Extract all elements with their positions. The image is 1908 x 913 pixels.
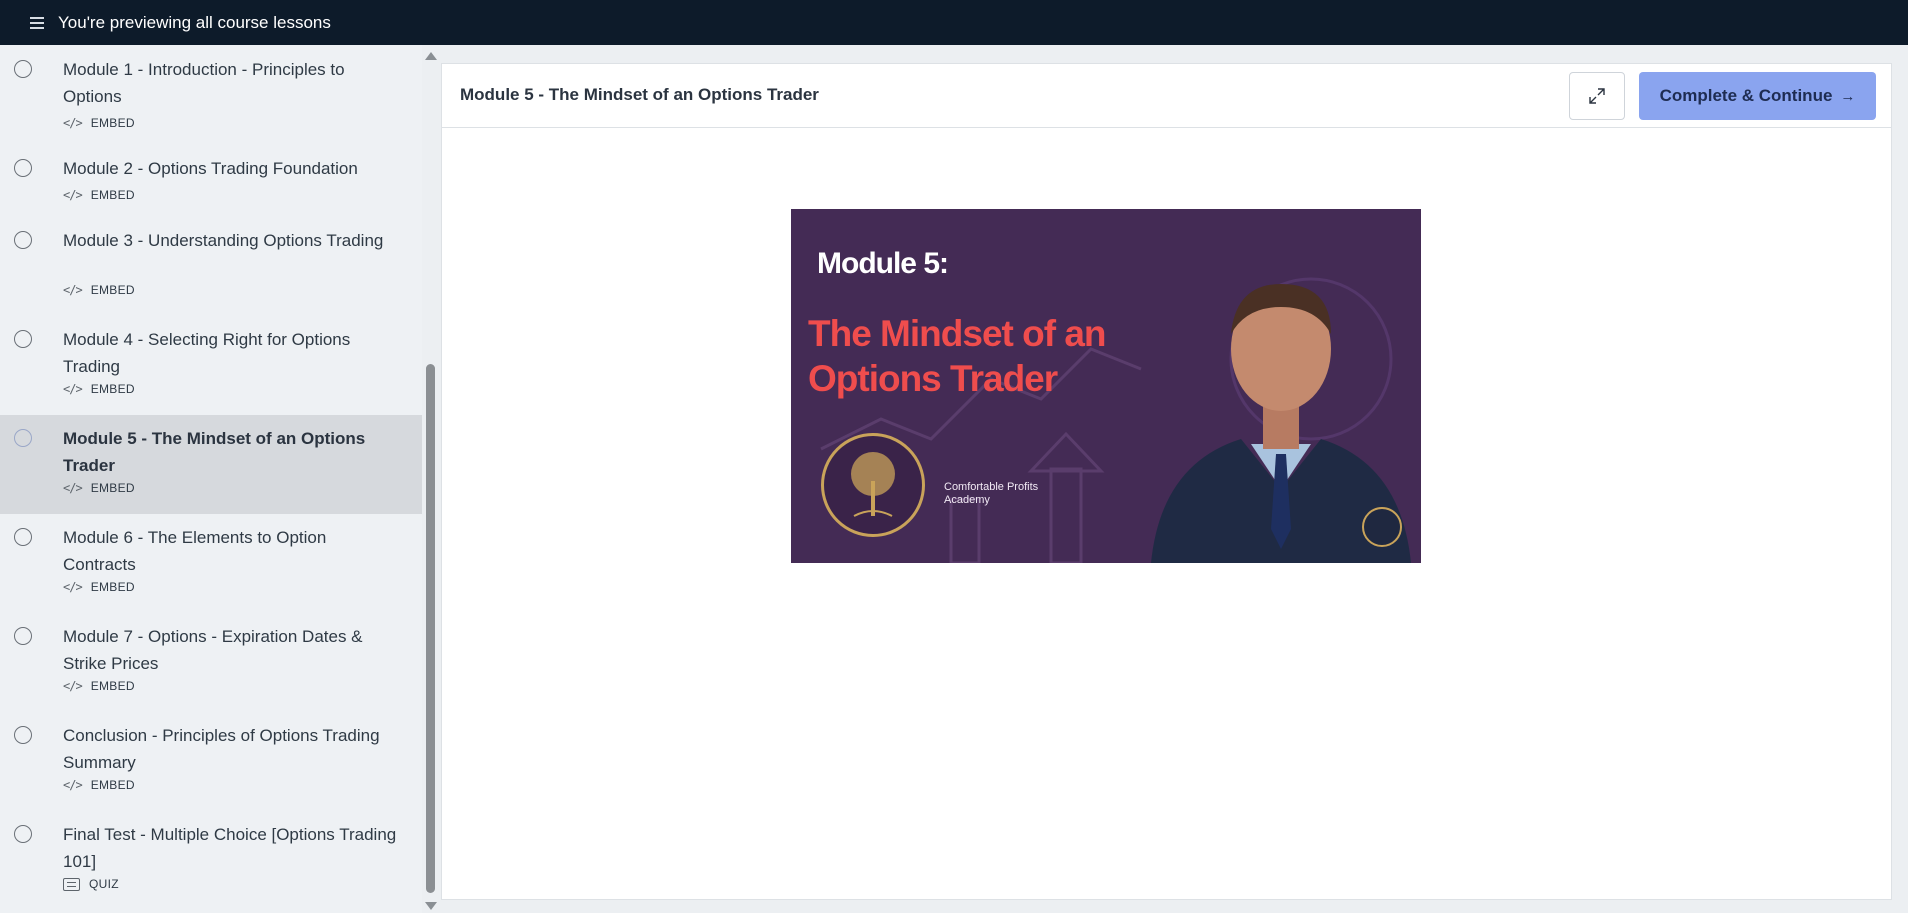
lesson-type-label: EMBED — [90, 679, 135, 693]
lesson-status-radio[interactable] — [14, 429, 32, 447]
sidebar-scrollbar[interactable] — [423, 45, 437, 913]
quiz-icon — [63, 877, 80, 891]
expand-icon — [1589, 88, 1605, 104]
lesson-item-module-4[interactable]: Module 4 - Selecting Right for Options T… — [0, 318, 422, 417]
code-icon: </> — [63, 283, 83, 297]
arrow-right-icon: → — [1840, 87, 1856, 105]
lesson-status-radio[interactable] — [14, 627, 32, 645]
lesson-type-label: EMBED — [90, 580, 135, 594]
lesson-title: Module 1 - Introduction - Principles to … — [63, 60, 345, 106]
expand-button[interactable] — [1569, 72, 1625, 120]
lesson-item-module-7[interactable]: Module 7 - Options - Expiration Dates & … — [0, 615, 422, 714]
lesson-title: Final Test - Multiple Choice [Options Tr… — [63, 825, 397, 871]
lesson-type: </> EMBED — [63, 778, 135, 792]
lesson-type-label: EMBED — [90, 188, 135, 202]
lesson-type: </> EMBED — [63, 481, 135, 495]
code-icon: </> — [63, 481, 83, 495]
lesson-content-panel: Module 5 - The Mindset of an Options Tra… — [441, 63, 1892, 900]
lesson-item-module-3[interactable]: Module 3 - Understanding Options Trading… — [0, 219, 422, 318]
code-icon: </> — [63, 679, 83, 693]
lesson-header: Module 5 - The Mindset of an Options Tra… — [442, 64, 1891, 128]
lesson-title: Module 5 - The Mindset of an Options Tra… — [63, 429, 366, 475]
lesson-item-module-1[interactable]: Module 1 - Introduction - Principles to … — [0, 48, 422, 147]
lesson-status-radio[interactable] — [14, 231, 32, 249]
lesson-type: QUIZ — [63, 877, 119, 891]
lesson-title: Module 6 - The Elements to Option Contra… — [63, 528, 327, 574]
lesson-status-radio[interactable] — [14, 159, 32, 177]
lesson-type-label: EMBED — [90, 283, 135, 297]
complete-continue-button[interactable]: Complete & Continue → — [1639, 72, 1876, 120]
video-embed[interactable]: Module 5: The Mindset of an Options Trad… — [791, 209, 1421, 563]
video-module-label: Module 5: — [817, 247, 949, 280]
lesson-type-label: EMBED — [90, 382, 135, 396]
lesson-status-radio[interactable] — [14, 330, 32, 348]
complete-continue-label: Complete & Continue — [1659, 86, 1833, 105]
lesson-status-radio[interactable] — [14, 726, 32, 744]
lesson-item-module-6[interactable]: Module 6 - The Elements to Option Contra… — [0, 516, 422, 615]
scroll-up-arrow-icon[interactable] — [425, 52, 437, 60]
academy-tree-logo — [821, 433, 925, 537]
lesson-type: </> EMBED — [63, 116, 135, 130]
lesson-type-label: EMBED — [90, 481, 135, 495]
lesson-status-radio[interactable] — [14, 60, 32, 78]
hamburger-menu-icon[interactable] — [30, 16, 44, 29]
lesson-status-radio[interactable] — [14, 825, 32, 843]
tree-icon — [851, 452, 895, 517]
lesson-type: </> EMBED — [63, 283, 135, 297]
lesson-title: Module 3 - Understanding Options Trading — [63, 231, 384, 250]
code-icon: </> — [63, 382, 83, 396]
code-icon: </> — [63, 116, 83, 130]
lesson-type: </> EMBED — [63, 382, 135, 396]
lesson-title-heading: Module 5 - The Mindset of an Options Tra… — [460, 85, 819, 104]
lesson-item-final-test[interactable]: Final Test - Multiple Choice [Options Tr… — [0, 813, 422, 912]
lesson-title: Module 2 - Options Trading Foundation — [63, 159, 358, 178]
lesson-sidebar: Module 1 - Introduction - Principles to … — [0, 45, 422, 913]
scroll-down-arrow-icon[interactable] — [425, 902, 437, 910]
lesson-type: </> EMBED — [63, 188, 135, 202]
lesson-type-label: QUIZ — [89, 877, 119, 891]
lesson-type: </> EMBED — [63, 580, 135, 594]
lesson-type-label: EMBED — [90, 778, 135, 792]
code-icon: </> — [63, 778, 83, 792]
lesson-title: Module 7 - Options - Expiration Dates & … — [63, 627, 363, 673]
lesson-title: Module 4 - Selecting Right for Options T… — [63, 330, 351, 376]
lapel-logo-icon — [1362, 507, 1402, 547]
code-icon: </> — [63, 188, 83, 202]
top-bar: You're previewing all course lessons — [0, 0, 1908, 45]
lesson-item-module-2[interactable]: Module 2 - Options Trading Foundation </… — [0, 147, 422, 219]
code-icon: </> — [63, 580, 83, 594]
scrollbar-thumb[interactable] — [426, 364, 435, 893]
lesson-item-conclusion[interactable]: Conclusion - Principles of Options Tradi… — [0, 714, 422, 813]
lesson-item-module-5[interactable]: Module 5 - The Mindset of an Options Tra… — [0, 415, 422, 514]
lesson-type-label: EMBED — [90, 116, 135, 130]
lesson-type: </> EMBED — [63, 679, 135, 693]
lesson-title: Conclusion - Principles of Options Tradi… — [63, 726, 380, 772]
lesson-status-radio[interactable] — [14, 528, 32, 546]
academy-name: Comfortable Profits Academy — [944, 481, 1039, 506]
preview-banner-text: You're previewing all course lessons — [58, 12, 331, 32]
